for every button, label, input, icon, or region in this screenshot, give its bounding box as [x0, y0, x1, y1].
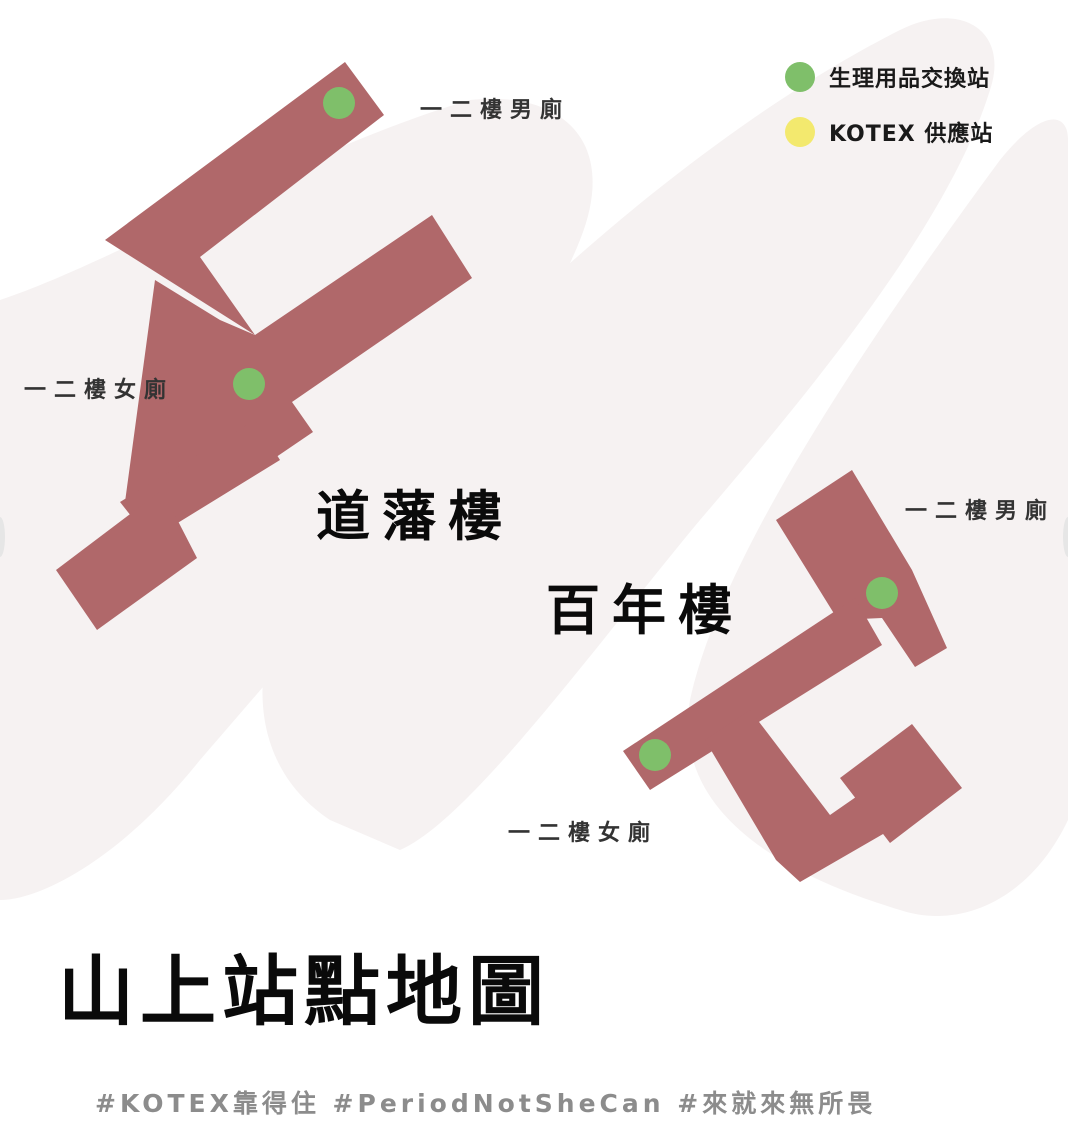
- bainian-men-restroom-label: 一二樓男廁: [905, 499, 1056, 524]
- daofan-men-exchange-station-marker: [323, 87, 355, 119]
- daofan-building-label: 道藩樓: [316, 485, 514, 548]
- legend-label-kotex-station: KOTEX 供應站: [829, 122, 994, 147]
- bainian-building-label: 百年樓: [546, 579, 744, 642]
- legend-item-kotex-station: KOTEX 供應站: [785, 116, 993, 148]
- legend-label-exchange-station: 生理用品交換站: [829, 67, 991, 92]
- carousel-next-edge[interactable]: [1063, 517, 1068, 557]
- legend-item-exchange-station: 生理用品交換站: [785, 61, 990, 93]
- bainian-building-shape: [623, 470, 962, 882]
- bainian-women-exchange-station-marker: [639, 739, 671, 771]
- green-dot-icon: [785, 62, 815, 92]
- hashtags: #KOTEX靠得住 #PeriodNotSheCan #來就來無所畏: [95, 1089, 877, 1118]
- daofan-women-exchange-station-marker: [233, 368, 265, 400]
- bainian-women-restroom-label: 一二樓女廁: [508, 821, 659, 846]
- yellow-dot-icon: [785, 117, 815, 147]
- bainian-men-exchange-station-marker: [866, 577, 898, 609]
- daofan-men-restroom-label: 一二樓男廁: [420, 98, 571, 123]
- page-title: 山上站點地圖: [58, 947, 550, 1036]
- daofan-women-restroom-label: 一二樓女廁: [24, 378, 175, 403]
